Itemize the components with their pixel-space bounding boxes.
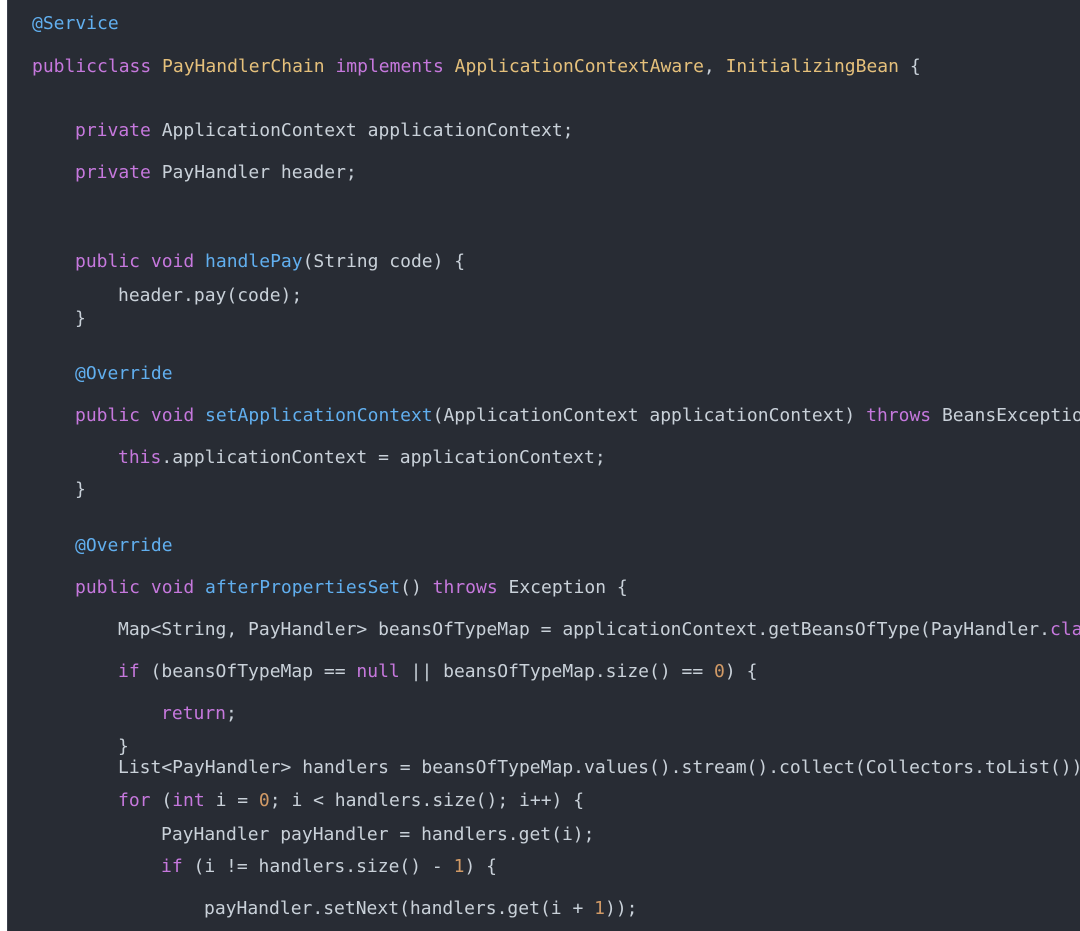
code-line: @Override — [75, 358, 173, 390]
code-token: } — [75, 308, 86, 329]
code-line: this.applicationContext = applicationCon… — [118, 442, 606, 474]
code-token: this — [118, 447, 162, 468]
code-token: ApplicationContextAware — [454, 56, 704, 77]
code-token: ) { — [724, 661, 758, 682]
code-token: 1 — [594, 898, 605, 919]
code-token: (i != handlers.size() - — [193, 856, 454, 877]
code-token: publicclass — [32, 56, 163, 77]
code-token: PayHandler payHandler = handlers.get(i); — [161, 824, 595, 845]
code-token: )); — [604, 898, 638, 919]
code-line: private PayHandler header; — [75, 157, 357, 189]
code-token: Exception { — [508, 577, 628, 598]
code-token: ApplicationContext applicationContext; — [161, 120, 574, 141]
code-token: void — [150, 577, 206, 598]
code-token: void — [150, 251, 206, 272]
code-token: PayHandlerChain — [162, 56, 336, 77]
code-line: if (beansOfTypeMap == null || beansOfTyp… — [118, 656, 757, 688]
code-token: @Override — [75, 363, 173, 384]
code-token: InitializingBean — [725, 56, 899, 77]
code-token: public — [75, 405, 151, 426]
code-token: (beansOfTypeMap == — [150, 661, 357, 682]
code-token: 1 — [453, 856, 465, 877]
code-token: List<PayHandler> handlers = beansOfTypeM… — [118, 757, 1080, 778]
code-token: for — [118, 790, 162, 811]
code-token: 0 — [258, 790, 270, 811]
code-token: afterPropertiesSet — [205, 577, 401, 598]
code-line: publicclass PayHandlerChain implements A… — [32, 51, 921, 83]
code-token: header.pay(code); — [118, 285, 303, 306]
code-token: (ApplicationContext applicationContext) — [432, 405, 867, 426]
code-line: public void handlePay(String code) { — [75, 246, 465, 278]
code-line: } — [75, 474, 86, 506]
code-token: if — [118, 661, 151, 682]
code-token: payHandler.setNext(handlers.get(i + — [204, 898, 595, 919]
code-token: implements — [335, 56, 455, 77]
code-line: public void afterPropertiesSet() throws … — [75, 572, 628, 604]
code-line: for (int i = 0; i < handlers.size(); i++… — [118, 785, 584, 817]
code-token: throws — [432, 577, 509, 598]
code-line: header.pay(code); — [118, 280, 302, 312]
code-line: if (i != handlers.size() - 1) { — [161, 851, 497, 883]
code-line: payHandler.setNext(handlers.get(i + 1)); — [204, 893, 638, 925]
code-token: 0 — [714, 661, 725, 682]
code-token: private — [75, 120, 162, 141]
code-token: void — [150, 405, 206, 426]
code-line: return; — [161, 698, 237, 730]
code-line: public void setApplicationContext(Applic… — [75, 400, 1080, 432]
code-token: { — [898, 56, 921, 77]
code-editor[interactable]: @Service publicclass PayHandlerChain imp… — [7, 0, 1080, 931]
code-line: List<PayHandler> handlers = beansOfTypeM… — [118, 752, 1080, 784]
code-token: , — [703, 56, 726, 77]
code-token: @Service — [32, 13, 119, 34]
code-token: cla — [1049, 619, 1080, 640]
code-token: public — [75, 251, 151, 272]
code-token: BeansExceptio — [941, 405, 1080, 426]
code-token: i = — [215, 790, 259, 811]
code-token: handlePay — [205, 251, 303, 272]
code-line: @Override — [75, 530, 173, 562]
code-token: return — [161, 703, 227, 724]
code-token: public — [75, 577, 151, 598]
code-line: @Service — [32, 8, 119, 40]
code-token: Map<String, PayHandler> beansOfTypeMap =… — [118, 619, 1050, 640]
code-token: (String code) { — [302, 251, 466, 272]
code-token: .applicationContext = applicationContext… — [161, 447, 606, 468]
code-token: ; — [226, 703, 237, 724]
code-token: () — [400, 577, 433, 598]
code-token: int — [172, 790, 216, 811]
code-token: setApplicationContext — [205, 405, 433, 426]
code-token: || beansOfTypeMap.size() == — [410, 661, 715, 682]
code-token: ) { — [464, 856, 497, 877]
code-token: if — [161, 856, 194, 877]
code-line: PayHandler payHandler = handlers.get(i); — [161, 819, 594, 851]
code-token: ( — [161, 790, 173, 811]
code-token: throws — [866, 405, 942, 426]
code-token: PayHandler header; — [161, 162, 357, 183]
code-token: ; i < handlers.size(); i++) { — [269, 790, 585, 811]
code-line: Map<String, PayHandler> beansOfTypeMap =… — [118, 614, 1080, 646]
code-line: } — [75, 303, 86, 335]
code-token: @Override — [75, 535, 173, 556]
code-token: } — [75, 479, 86, 500]
code-token: null — [356, 661, 411, 682]
code-token: private — [75, 162, 162, 183]
code-line: private ApplicationContext applicationCo… — [75, 115, 574, 147]
